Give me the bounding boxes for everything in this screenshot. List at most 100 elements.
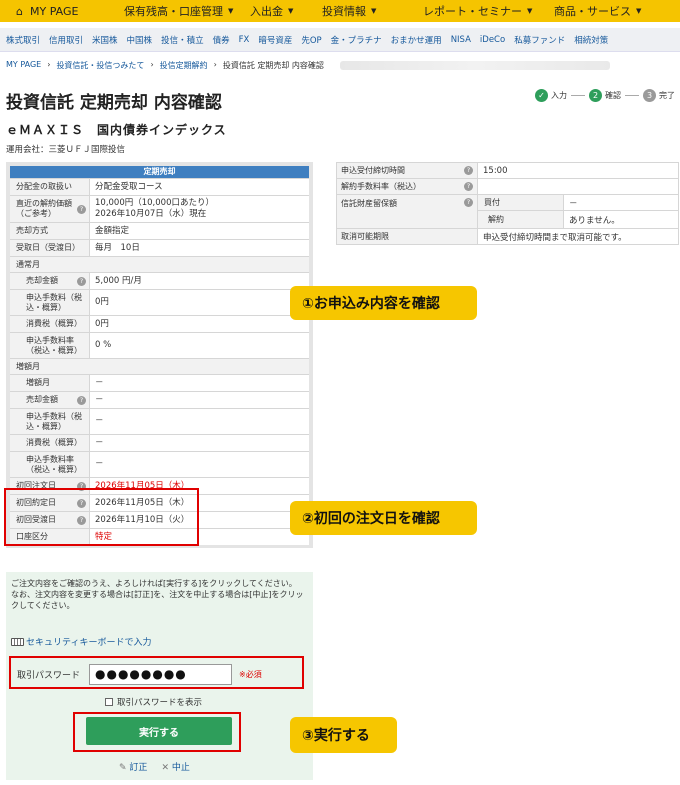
- row-label: 受取日（受渡日）: [10, 240, 90, 256]
- row-label: 初回受渡日?: [10, 512, 90, 528]
- row-label: 売却金額?: [10, 273, 90, 289]
- nav-reports[interactable]: レポート・セミナー ▼: [409, 0, 542, 22]
- row-label: 初回約定日?: [10, 495, 90, 511]
- subnav-link[interactable]: 金・プラチナ: [331, 34, 382, 46]
- row-label: 解約: [478, 211, 564, 228]
- row-label: 申込手数料（税込・概算）: [10, 290, 90, 315]
- home-icon: ⌂: [16, 4, 23, 18]
- cancel-link[interactable]: ✕ 中止: [161, 760, 189, 773]
- table-row: 消費税（概算） 0円: [10, 315, 309, 332]
- table-row: 取消可能期限 申込受付締切時間まで取消可能です。: [337, 229, 678, 245]
- show-password-toggle[interactable]: 取引パスワードを表示: [105, 696, 202, 708]
- row-value: －: [95, 459, 104, 469]
- subnav-link[interactable]: おまかせ運用: [391, 34, 442, 46]
- checkbox[interactable]: [105, 698, 113, 706]
- breadcrumb-link[interactable]: 投資信託・投信つみたて: [56, 60, 144, 71]
- subnav-link[interactable]: 相続対策: [574, 34, 608, 46]
- table-row: 申込手数料率（税込・概算） 0 %: [10, 332, 309, 358]
- correct-link[interactable]: ✎ 訂正: [119, 760, 147, 773]
- table-row: 売却方式 金額指定: [10, 222, 309, 239]
- fee-info-table: 申込受付締切時間? 15:00 解約手数料率（税込）? 信託財産留保額? 買付 － …: [336, 162, 679, 245]
- help-icon[interactable]: ?: [77, 481, 86, 491]
- password-input[interactable]: ●●●●●●●●: [89, 663, 232, 685]
- nav-deposit[interactable]: 入出金 ▼: [236, 0, 308, 22]
- page-title: 投資信託 定期売却 内容確認: [6, 93, 222, 113]
- execute-button[interactable]: 実行する: [86, 717, 232, 745]
- row-label: 消費税（概算）: [10, 316, 90, 332]
- pencil-icon: ✎: [119, 763, 127, 773]
- row-value: －: [95, 416, 104, 426]
- subnav-link[interactable]: iDeCo: [480, 35, 505, 45]
- nav-holdings[interactable]: 保有残高・口座管理 ▼: [112, 0, 236, 22]
- security-keyboard-link[interactable]: セキュリティキーボードで入力: [11, 635, 151, 648]
- subnav-link[interactable]: 株式取引: [6, 34, 40, 46]
- row-value: 毎月 10日: [95, 242, 140, 253]
- step-label: 完了: [659, 91, 675, 100]
- subnav-link[interactable]: 債券: [213, 34, 230, 46]
- subnav-link[interactable]: 信用取引: [49, 34, 83, 46]
- row-value: －: [95, 437, 104, 448]
- help-icon[interactable]: ?: [77, 395, 86, 405]
- first-order-date: 2026年11月05日（木）: [95, 480, 190, 491]
- subnav-link[interactable]: 中国株: [127, 34, 153, 46]
- subnav-link[interactable]: 暗号資産: [258, 34, 292, 46]
- row-value: 0円: [95, 297, 109, 307]
- confirm-message: ご注文内容をご確認のうえ、よろしければ[実行する]をクリックしてください。 なお…: [11, 579, 304, 610]
- check-icon: ✓: [535, 89, 548, 102]
- help-icon[interactable]: ?: [77, 498, 86, 508]
- help-icon[interactable]: ?: [77, 515, 86, 525]
- help-icon[interactable]: ?: [464, 198, 473, 207]
- help-icon[interactable]: ?: [464, 166, 473, 175]
- subnav-link[interactable]: FX: [239, 35, 250, 45]
- top-nav: ⌂ MY PAGE 保有残高・口座管理 ▼ 入出金 ▼ 投資情報 ▼ レポート・セミナー…: [0, 0, 680, 22]
- subnav-link[interactable]: 米国株: [92, 34, 118, 46]
- nav-products[interactable]: 商品・サービス ▼: [542, 0, 680, 22]
- row-label: 申込受付締切時間?: [337, 163, 478, 178]
- row-label: 初回注文日?: [10, 478, 90, 494]
- subnav-link[interactable]: NISA: [451, 35, 471, 45]
- table-row: 受取日（受渡日） 毎月 10日: [10, 239, 309, 256]
- step-divider: [571, 95, 585, 96]
- password-label: 取引パスワード: [17, 670, 81, 681]
- row-label: 増額月: [10, 375, 90, 391]
- row-label: 解約手数料率（税込）?: [337, 179, 478, 194]
- row-value: 2026年11月10日（火）: [95, 514, 190, 525]
- callout-2: ②初回の注文日を確認: [290, 501, 477, 535]
- row-label: 売却金額?: [10, 392, 90, 408]
- subnav-link[interactable]: 私募ファンド: [514, 34, 565, 46]
- breadcrumb-link[interactable]: 投信定期解約: [160, 60, 208, 71]
- table-row: 初回約定日? 2026年11月05日（木）: [10, 494, 309, 511]
- table-row: 初回受渡日? 2026年11月10日（火）: [10, 511, 309, 528]
- row-label: 申込手数料率（税込・概算）: [10, 333, 90, 358]
- fund-manager: 運用会社：三菱ＵＦＪ国際投信: [6, 145, 126, 155]
- table-row: 申込手数料率（税込・概算） －: [10, 451, 309, 477]
- subnav-link[interactable]: 先OP: [301, 34, 321, 46]
- row-value: －: [95, 377, 104, 388]
- row-value: 15:00: [483, 165, 508, 176]
- nav-investment-info[interactable]: 投資情報 ▼: [308, 0, 409, 22]
- help-icon[interactable]: ?: [77, 276, 86, 286]
- step-label: 入力: [551, 91, 567, 100]
- help-icon[interactable]: ?: [77, 204, 86, 214]
- group-label: 通常月: [10, 256, 309, 272]
- table-row: 買付 －: [478, 195, 678, 211]
- group-label: 増額月: [10, 358, 309, 374]
- table-row: 売却金額? －: [10, 391, 309, 408]
- caret-down-icon: ▼: [228, 7, 234, 15]
- nav-mypage[interactable]: ⌂ MY PAGE: [0, 0, 112, 22]
- row-value: 申込受付締切時間まで取消可能です。: [483, 232, 627, 243]
- callout-3: ③実行する: [290, 717, 397, 753]
- breadcrumb-link[interactable]: MY PAGE: [6, 60, 41, 71]
- row-label: 売却方式: [10, 223, 90, 239]
- row-value: －: [95, 394, 104, 405]
- required-mark: ※必須: [239, 669, 262, 679]
- subnav-link[interactable]: 投信・積立: [161, 34, 204, 46]
- row-label: 口座区分: [10, 529, 90, 545]
- table-row: 解約 ありません。: [478, 211, 678, 228]
- help-icon[interactable]: ?: [464, 182, 473, 191]
- table-row: 口座区分 特定: [10, 528, 309, 545]
- order-details-table: 定期売却 分配金の取扱い 分配金受取コース 直近の解約価額（ご参考）? 10,000…: [6, 162, 313, 548]
- action-links: ✎ 訂正 ✕ 中止: [119, 760, 190, 773]
- table-row: 申込受付締切時間? 15:00: [337, 163, 678, 179]
- chevron-right-icon: ›: [47, 60, 51, 69]
